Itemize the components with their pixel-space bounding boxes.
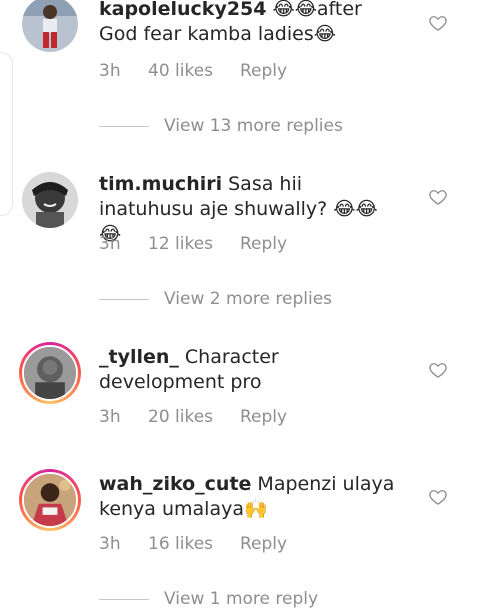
view-more-replies[interactable]: View 13 more replies [99,116,343,136]
view-more-replies[interactable]: View 2 more replies [99,289,332,309]
avatar-image [24,474,76,526]
comment-likes[interactable]: 20 likes [148,407,240,427]
comment-username[interactable]: _tyllen_ [99,346,179,368]
view-more-label: View 1 more reply [164,589,319,609]
avatar[interactable] [22,172,78,228]
reply-button[interactable]: Reply [240,534,287,554]
heart-outline-icon[interactable] [428,487,448,507]
comment-likes[interactable]: 16 likes [148,534,240,554]
comment-meta: 3h 20 likes Reply [99,407,287,427]
avatar-image [24,347,76,399]
comment-time: 3h [99,534,121,554]
comment-meta: 3h 40 likes Reply [99,61,287,81]
heart-outline-icon[interactable] [428,187,448,207]
side-panel-edge [0,52,13,216]
reply-button[interactable]: Reply [240,234,287,254]
avatar[interactable] [22,0,78,52]
view-more-label: View 13 more replies [164,116,343,136]
avatar-image-frame [22,345,78,401]
reply-button[interactable]: Reply [240,407,287,427]
divider-line [99,125,149,127]
divider-line [99,298,149,300]
comment-meta: 3h 12 likes Reply [99,234,287,254]
comment-time: 3h [99,234,121,254]
view-more-replies[interactable]: View 1 more reply [99,589,318,609]
comment-body: wah_ziko_cute Mapenzi ulaya kenya umalaya… [99,472,399,522]
avatar-image [22,172,78,228]
comment-body: kapolelucky254 😂😂after God fear kamba lad… [99,0,399,47]
comment-username[interactable]: tim.muchiri [99,173,222,195]
reply-button[interactable]: Reply [240,61,287,81]
avatar[interactable] [19,469,81,531]
heart-outline-icon[interactable] [428,13,448,33]
comment-username[interactable]: wah_ziko_cute [99,473,251,495]
avatar-image [22,0,78,52]
heart-outline-icon[interactable] [428,360,448,380]
avatar-image-frame [22,472,78,528]
view-more-label: View 2 more replies [164,289,333,309]
divider-line [99,598,149,600]
avatar[interactable] [19,342,81,404]
comment-meta: 3h 16 likes Reply [99,534,287,554]
comment-body: _tyllen_ Character development pro [99,345,399,395]
comment-likes[interactable]: 40 likes [148,61,240,81]
comment-likes[interactable]: 12 likes [148,234,240,254]
comment-time: 3h [99,407,121,427]
comment-time: 3h [99,61,121,81]
comment-username[interactable]: kapolelucky254 [99,0,267,20]
